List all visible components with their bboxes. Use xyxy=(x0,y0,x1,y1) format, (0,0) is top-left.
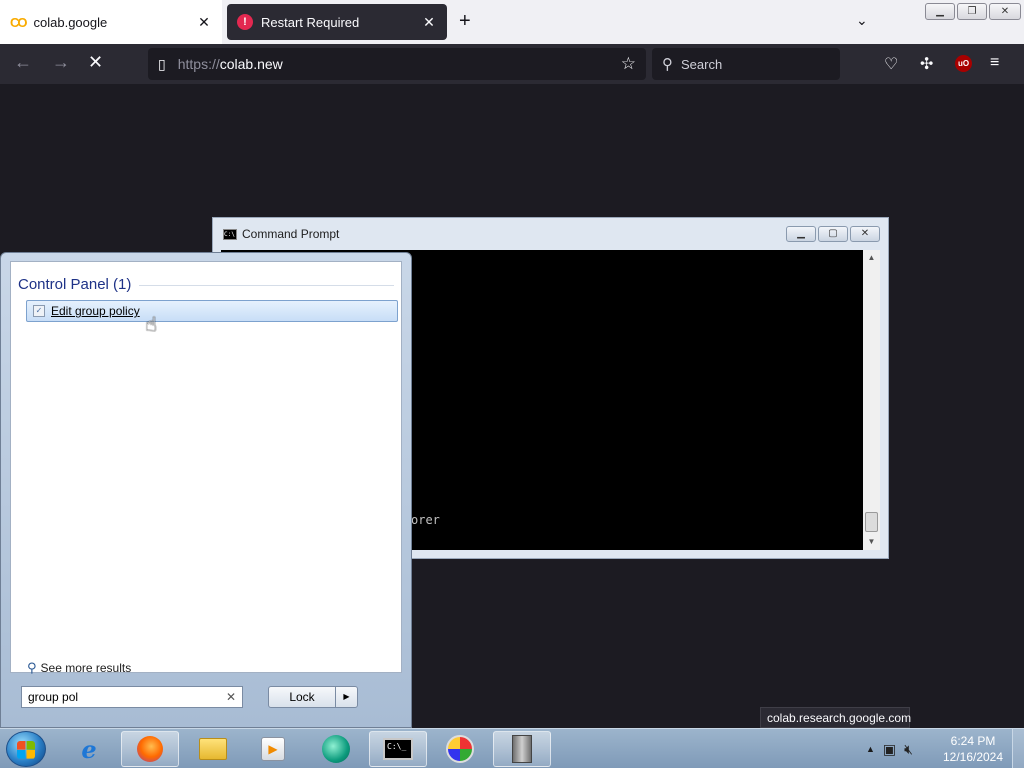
search-results-pane: Control Panel (1) ✓ Edit group policy ⚲ … xyxy=(10,261,402,676)
minimize-button[interactable]: ▁ xyxy=(925,3,955,20)
paint-icon xyxy=(446,735,474,763)
lock-label: Lock xyxy=(289,690,315,704)
cmd-minimize-button[interactable]: ▁ xyxy=(786,226,816,242)
hand-cursor-icon: ☝ xyxy=(145,314,158,336)
tab-title: Restart Required xyxy=(261,14,360,30)
page-icon: ▯ xyxy=(158,55,166,72)
system-tray: ▲ ▣ 🔇︎ xyxy=(866,729,913,768)
clock-date: 12/16/2024 xyxy=(942,750,1004,764)
stop-loading-icon[interactable]: ✕ xyxy=(88,52,103,73)
search-value: group pol xyxy=(28,690,79,704)
search-icon: ⚲ xyxy=(27,660,37,675)
search-placeholder: Search xyxy=(681,56,723,72)
media-player-icon: ▶ xyxy=(261,737,285,761)
network-icon[interactable]: ▣ xyxy=(883,741,896,758)
taskbar-command-prompt[interactable]: C:\_ xyxy=(369,731,427,767)
close-window-button[interactable]: ✕ xyxy=(989,3,1021,20)
firefox-icon xyxy=(137,736,163,762)
taskbar-app-green[interactable] xyxy=(307,731,365,767)
cmd-icon: C:\_ xyxy=(383,738,413,760)
list-tabs-chevron-icon[interactable]: ⌄ xyxy=(856,12,868,29)
menu-icon[interactable]: ≡ xyxy=(990,54,999,72)
volume-muted-icon[interactable]: 🔇︎ xyxy=(904,741,913,758)
taskbar-server-manager[interactable] xyxy=(493,731,551,767)
search-icon: ⚲ xyxy=(662,56,673,73)
lock-button[interactable]: Lock ▶ xyxy=(268,686,358,708)
url-bar[interactable]: ▯ https://colab.new ☆ xyxy=(148,48,646,80)
cmd-titlebar[interactable]: C:\ Command Prompt ▁ ▢ ✕ xyxy=(213,218,888,250)
back-arrow-icon[interactable]: ← xyxy=(14,52,32,73)
results-group-header: Control Panel (1) xyxy=(18,276,132,293)
internet-explorer-icon: e xyxy=(81,734,97,764)
cmd-title: Command Prompt xyxy=(242,227,340,241)
scroll-up-icon[interactable]: ▲ xyxy=(863,250,880,266)
window-controls: ▁ ❐ ✕ xyxy=(925,3,1021,20)
group-policy-icon: ✓ xyxy=(33,305,45,317)
power-options-arrow-icon[interactable]: ▶ xyxy=(335,687,357,707)
clear-search-icon[interactable]: ✕ xyxy=(226,690,236,704)
pocket-icon[interactable]: ♡ xyxy=(884,54,898,74)
tab-title: colab.google xyxy=(33,14,108,30)
taskbar-paint[interactable] xyxy=(431,731,489,767)
server-icon xyxy=(512,735,532,763)
group-divider xyxy=(139,285,394,286)
bookmark-star-icon[interactable]: ☆ xyxy=(621,54,636,74)
cmd-app-icon: C:\ xyxy=(223,228,237,240)
show-desktop-button[interactable] xyxy=(1012,729,1024,768)
taskbar-media-player[interactable]: ▶ xyxy=(244,731,302,767)
browser-tab-strip: CO colab.google ✕ ! Restart Required ✕ +… xyxy=(0,0,1024,44)
start-menu: Control Panel (1) ✓ Edit group policy ⚲ … xyxy=(0,252,412,728)
see-more-label: See more results xyxy=(40,661,132,675)
tab-restart-required[interactable]: ! Restart Required ✕ xyxy=(227,4,447,40)
result-label: Edit group policy xyxy=(51,304,140,318)
taskbar-firefox[interactable] xyxy=(121,731,179,767)
cmd-close-button[interactable]: ✕ xyxy=(850,226,880,242)
windows-logo-icon xyxy=(17,741,35,759)
folder-icon xyxy=(199,738,227,760)
show-hidden-icons-icon[interactable]: ▲ xyxy=(866,744,875,754)
colab-logo-icon: CO xyxy=(10,14,27,30)
taskbar-internet-explorer[interactable]: e xyxy=(60,731,118,767)
extensions-icon[interactable]: ✣ xyxy=(920,54,933,74)
url-text: https://colab.new xyxy=(177,56,283,72)
scroll-thumb[interactable] xyxy=(865,512,878,532)
taskbar-explorer[interactable] xyxy=(184,731,242,767)
taskbar-clock[interactable]: 6:24 PM 12/16/2024 xyxy=(940,733,1006,765)
ublock-icon[interactable]: uO xyxy=(955,55,972,72)
close-icon[interactable]: ✕ xyxy=(421,14,437,31)
status-url-tooltip: colab.research.google.com xyxy=(760,707,911,728)
forward-arrow-icon[interactable]: → xyxy=(52,52,70,73)
cmd-maximize-button[interactable]: ▢ xyxy=(818,226,848,242)
scroll-down-icon[interactable]: ▼ xyxy=(863,534,880,550)
taskbar: e ▶ C:\_ ▲ ▣ 🔇︎ 6:24 PM 12/16/2024 xyxy=(0,728,1024,768)
clock-time: 6:24 PM xyxy=(950,734,996,748)
cmd-output-text: orer xyxy=(411,513,440,527)
result-edit-group-policy[interactable]: ✓ Edit group policy xyxy=(26,300,398,322)
browser-nav-bar: ← → ✕ ▯ https://colab.new ☆ ⚲ Search ♡ ✣… xyxy=(0,44,1024,84)
restore-button[interactable]: ❐ xyxy=(957,3,987,20)
tab-colab[interactable]: CO colab.google ✕ xyxy=(0,0,222,44)
search-input[interactable]: ⚲ Search xyxy=(652,48,840,80)
warning-icon: ! xyxy=(237,14,253,30)
start-button[interactable] xyxy=(6,731,46,767)
cmd-scrollbar[interactable]: ▲ ▼ xyxy=(863,250,880,550)
see-more-results-link[interactable]: ⚲ See more results xyxy=(27,660,131,676)
close-icon[interactable]: ✕ xyxy=(196,14,212,31)
app-globe-icon xyxy=(322,735,350,763)
start-search-input[interactable]: group pol ✕ xyxy=(21,686,243,708)
new-tab-button[interactable]: + xyxy=(459,10,471,33)
